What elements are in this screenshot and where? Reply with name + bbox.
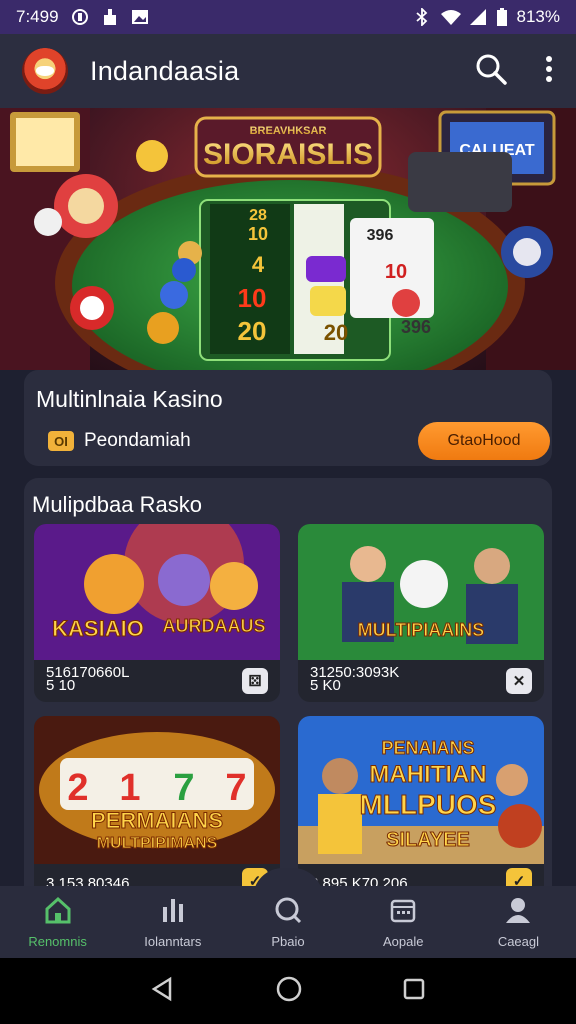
status-time: 7:499 [16, 7, 59, 26]
game-artwork: KASIAIO AURDAAUS [34, 524, 280, 660]
search-icon[interactable] [474, 52, 508, 91]
chart-icon [158, 895, 188, 928]
grid-value: 10 [238, 283, 267, 313]
close-icon[interactable]: ✕ [506, 668, 532, 694]
battery-level: 813% [516, 7, 560, 26]
games-section: Mulipdbaa Rasko KASIAIO AURDAAUS 5161706… [24, 478, 552, 898]
image-icon [131, 8, 149, 26]
grid-value: 20 [324, 320, 348, 345]
bluetooth-icon [413, 6, 431, 28]
status-bar: 7:499 813% [0, 0, 576, 34]
reel-value: 1 [119, 767, 140, 809]
bottom-navigation: Renomnis Iolanntars Pbaio Aopale Caeagl [0, 886, 576, 958]
hero-banner[interactable]: BREAVHKSAR SIORAISLIS CALUEAT 28 10 4 10… [0, 108, 576, 370]
back-icon[interactable] [150, 976, 176, 1007]
grid-value: 10 [248, 224, 268, 244]
hero-banner-title: SIORAISLIS [203, 138, 373, 171]
nav-label: Aopale [382, 934, 424, 949]
game-artwork: 2 1 7 7 PERMAIANS MULTPIPIMANS [34, 716, 280, 864]
featured-subtitle: Peondamiah [84, 430, 191, 451]
dice-icon[interactable]: ⚄ [242, 668, 268, 694]
game-art-title-4: SILAYEE [386, 829, 470, 851]
game-card[interactable]: MULTIPIAAINS 31250:3093K 5 K0 ✕ [298, 524, 544, 702]
user-icon [503, 895, 533, 928]
game-card[interactable]: 2 1 7 7 PERMAIANS MULTPIPIMANS 3 153 803… [34, 716, 280, 898]
game-art-title: PENAIANS [381, 738, 474, 758]
game-art-title: PERMAIANS [91, 808, 223, 833]
section-title: Mulipdbaa Rasko [32, 492, 202, 517]
game-card[interactable]: KASIAIO AURDAAUS 516170660L 5 10 ⚄ [34, 524, 280, 702]
wifi-icon [440, 8, 461, 26]
grid-value: 10 [385, 261, 407, 283]
play-now-button[interactable]: GtaoHood [418, 422, 550, 460]
reel-value: 2 [67, 767, 88, 809]
game-art-title-2: MAHITIAN [369, 761, 486, 788]
recents-icon[interactable] [402, 977, 426, 1006]
game-card[interactable]: PENAIANS MAHITIAN MLLPUOS SILAYEE 3 895 … [298, 716, 544, 898]
home-icon [43, 895, 73, 928]
grid-value: 396 [401, 317, 431, 337]
nav-item-stats[interactable]: Iolanntars [115, 886, 230, 958]
battery-icon [496, 8, 507, 26]
system-navigation-bar [0, 958, 576, 1024]
game-art-title: KASIAIO [52, 616, 144, 641]
ticket-icon: OI [48, 431, 74, 451]
game-art-title-3: MLLPUOS [360, 789, 497, 820]
game-artwork: MULTIPIAAINS [298, 524, 544, 660]
featured-card[interactable]: Multinlnaia Kasino OI Peondamiah GtaoHoo… [24, 370, 552, 466]
search-icon [273, 895, 303, 928]
home-button-icon[interactable] [275, 975, 303, 1008]
grid-value: 28 [249, 207, 267, 224]
reel-value: 7 [173, 767, 194, 809]
nav-label: Pbaio [271, 934, 305, 949]
nav-label: Iolanntars [144, 934, 202, 949]
nav-item-home[interactable]: Renomnis [0, 886, 115, 958]
game-art-title-2: MULTPIPIMANS [97, 835, 218, 852]
more-vert-icon[interactable] [544, 55, 554, 88]
app-bar: Indandaasia [0, 34, 576, 108]
signal-icon [469, 8, 487, 26]
featured-title: Multinlnaia Kasino [36, 386, 223, 412]
nav-label: Renomnis [28, 934, 87, 949]
reel-value: 7 [225, 767, 246, 809]
nav-item-search[interactable]: Pbaio [230, 886, 345, 958]
hero-banner-small: BREAVHKSAR [250, 125, 327, 137]
app-title: Indandaasia [90, 55, 240, 86]
nav-item-calendar[interactable]: Aopale [346, 886, 461, 958]
grid-value: 20 [238, 316, 267, 346]
app-logo [22, 48, 68, 94]
hero-illustration: BREAVHKSAR SIORAISLIS CALUEAT 28 10 4 10… [0, 108, 576, 370]
nav-item-profile[interactable]: Caeagl [461, 886, 576, 958]
game-artwork: PENAIANS MAHITIAN MLLPUOS SILAYEE [298, 716, 544, 864]
grid-value: 396 [367, 227, 394, 244]
game-art-title-2: AURDAAUS [163, 616, 266, 636]
nav-label: Caeagl [497, 934, 540, 949]
game-art-title: MULTIPIAAINS [358, 620, 485, 640]
notification-icon [71, 8, 89, 26]
grid-value: 4 [252, 252, 265, 277]
download-icon [101, 8, 119, 26]
calendar-icon [388, 895, 418, 928]
